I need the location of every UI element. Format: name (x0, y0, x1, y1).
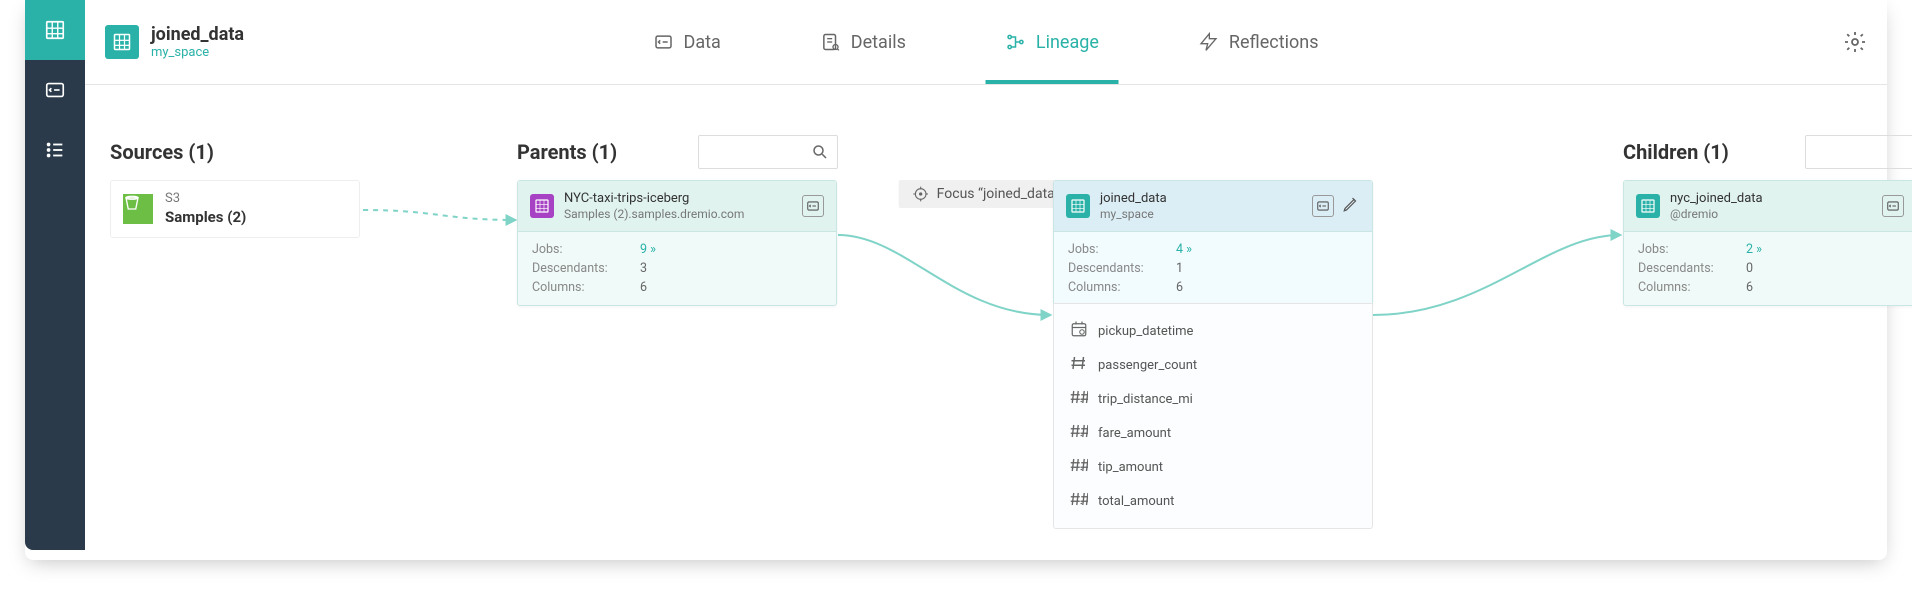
parents-label: Parents (1) (517, 140, 617, 164)
parent-jobs-link[interactable]: 9 » (640, 242, 656, 257)
tab-data[interactable]: Data (654, 0, 721, 84)
open-sql-icon[interactable] (1312, 195, 1334, 217)
open-sql-icon[interactable] (802, 195, 824, 217)
type-icon (1070, 388, 1088, 410)
parent-node[interactable]: NYC-taxi-trips-iceberg Samples (2).sampl… (517, 180, 837, 306)
tab-lineage[interactable]: Lineage (1006, 0, 1099, 84)
bucket-icon (123, 194, 153, 224)
virtual-dataset-icon (1066, 194, 1090, 218)
tab-reflections[interactable]: Reflections (1199, 0, 1319, 84)
focus-title: joined_data (1100, 191, 1167, 207)
column-name: trip_distance_mi (1098, 392, 1193, 407)
column-name: pickup_datetime (1098, 324, 1193, 339)
focus-jobs-link[interactable]: 4 » (1176, 242, 1192, 257)
parents-search[interactable] (698, 135, 838, 169)
column-name: tip_amount (1098, 460, 1163, 475)
source-node[interactable]: S3 Samples (2) (110, 180, 360, 238)
children-label: Children (1) (1623, 140, 1729, 164)
focus-button[interactable]: Focus “joined_data” (899, 180, 1074, 208)
child-subtitle: @dremio (1670, 207, 1763, 221)
column-row[interactable]: pickup_datetime (1070, 314, 1356, 348)
child-node[interactable]: nyc_joined_data @dremio Jobs:2 » Descend… (1623, 180, 1912, 306)
child-title: nyc_joined_data (1670, 191, 1763, 207)
page-header: joined_data my_space Data Details Lineag… (85, 0, 1887, 85)
parent-title: NYC-taxi-trips-iceberg (564, 191, 744, 207)
children-search[interactable] (1805, 135, 1912, 169)
dataset-name: joined_data (151, 24, 244, 45)
source-name: Samples (2) (165, 208, 246, 228)
focus-node[interactable]: joined_data my_space Jobs:4 » Descendant… (1053, 180, 1373, 306)
edit-icon[interactable] (1342, 195, 1360, 217)
type-icon (1070, 354, 1088, 376)
left-nav (25, 0, 85, 550)
dataset-path[interactable]: my_space (151, 45, 244, 60)
column-row[interactable]: passenger_count (1070, 348, 1356, 382)
sources-label: Sources (1) (110, 140, 214, 164)
dataset-icon (105, 25, 139, 59)
column-row[interactable]: trip_distance_mi (1070, 382, 1356, 416)
focus-subtitle: my_space (1100, 207, 1167, 221)
nav-jobs-icon[interactable] (25, 120, 85, 180)
source-type: S3 (165, 191, 246, 208)
type-icon (1070, 422, 1088, 444)
focus-columns-list: pickup_datetime passenger_count trip_dista… (1053, 303, 1373, 529)
type-icon (1070, 456, 1088, 478)
column-name: passenger_count (1098, 358, 1197, 373)
child-jobs-link[interactable]: 2 » (1746, 242, 1762, 257)
nav-datasets-icon[interactable] (25, 0, 85, 60)
open-sql-icon[interactable] (1882, 195, 1904, 217)
column-name: total_amount (1098, 494, 1174, 509)
column-row[interactable]: fare_amount (1070, 416, 1356, 450)
type-icon (1070, 320, 1088, 342)
nav-sql-icon[interactable] (25, 60, 85, 120)
lineage-canvas: Focus “joined_data” Sources (1) Parents … (85, 85, 1887, 550)
physical-dataset-icon (530, 194, 554, 218)
virtual-dataset-icon (1636, 194, 1660, 218)
settings-gear-icon[interactable] (1843, 30, 1867, 58)
column-row[interactable]: total_amount (1070, 484, 1356, 518)
column-row[interactable]: tip_amount (1070, 450, 1356, 484)
tab-details[interactable]: Details (821, 0, 906, 84)
parent-subtitle: Samples (2).samples.dremio.com (564, 207, 744, 221)
column-name: fare_amount (1098, 426, 1171, 441)
type-icon (1070, 490, 1088, 512)
